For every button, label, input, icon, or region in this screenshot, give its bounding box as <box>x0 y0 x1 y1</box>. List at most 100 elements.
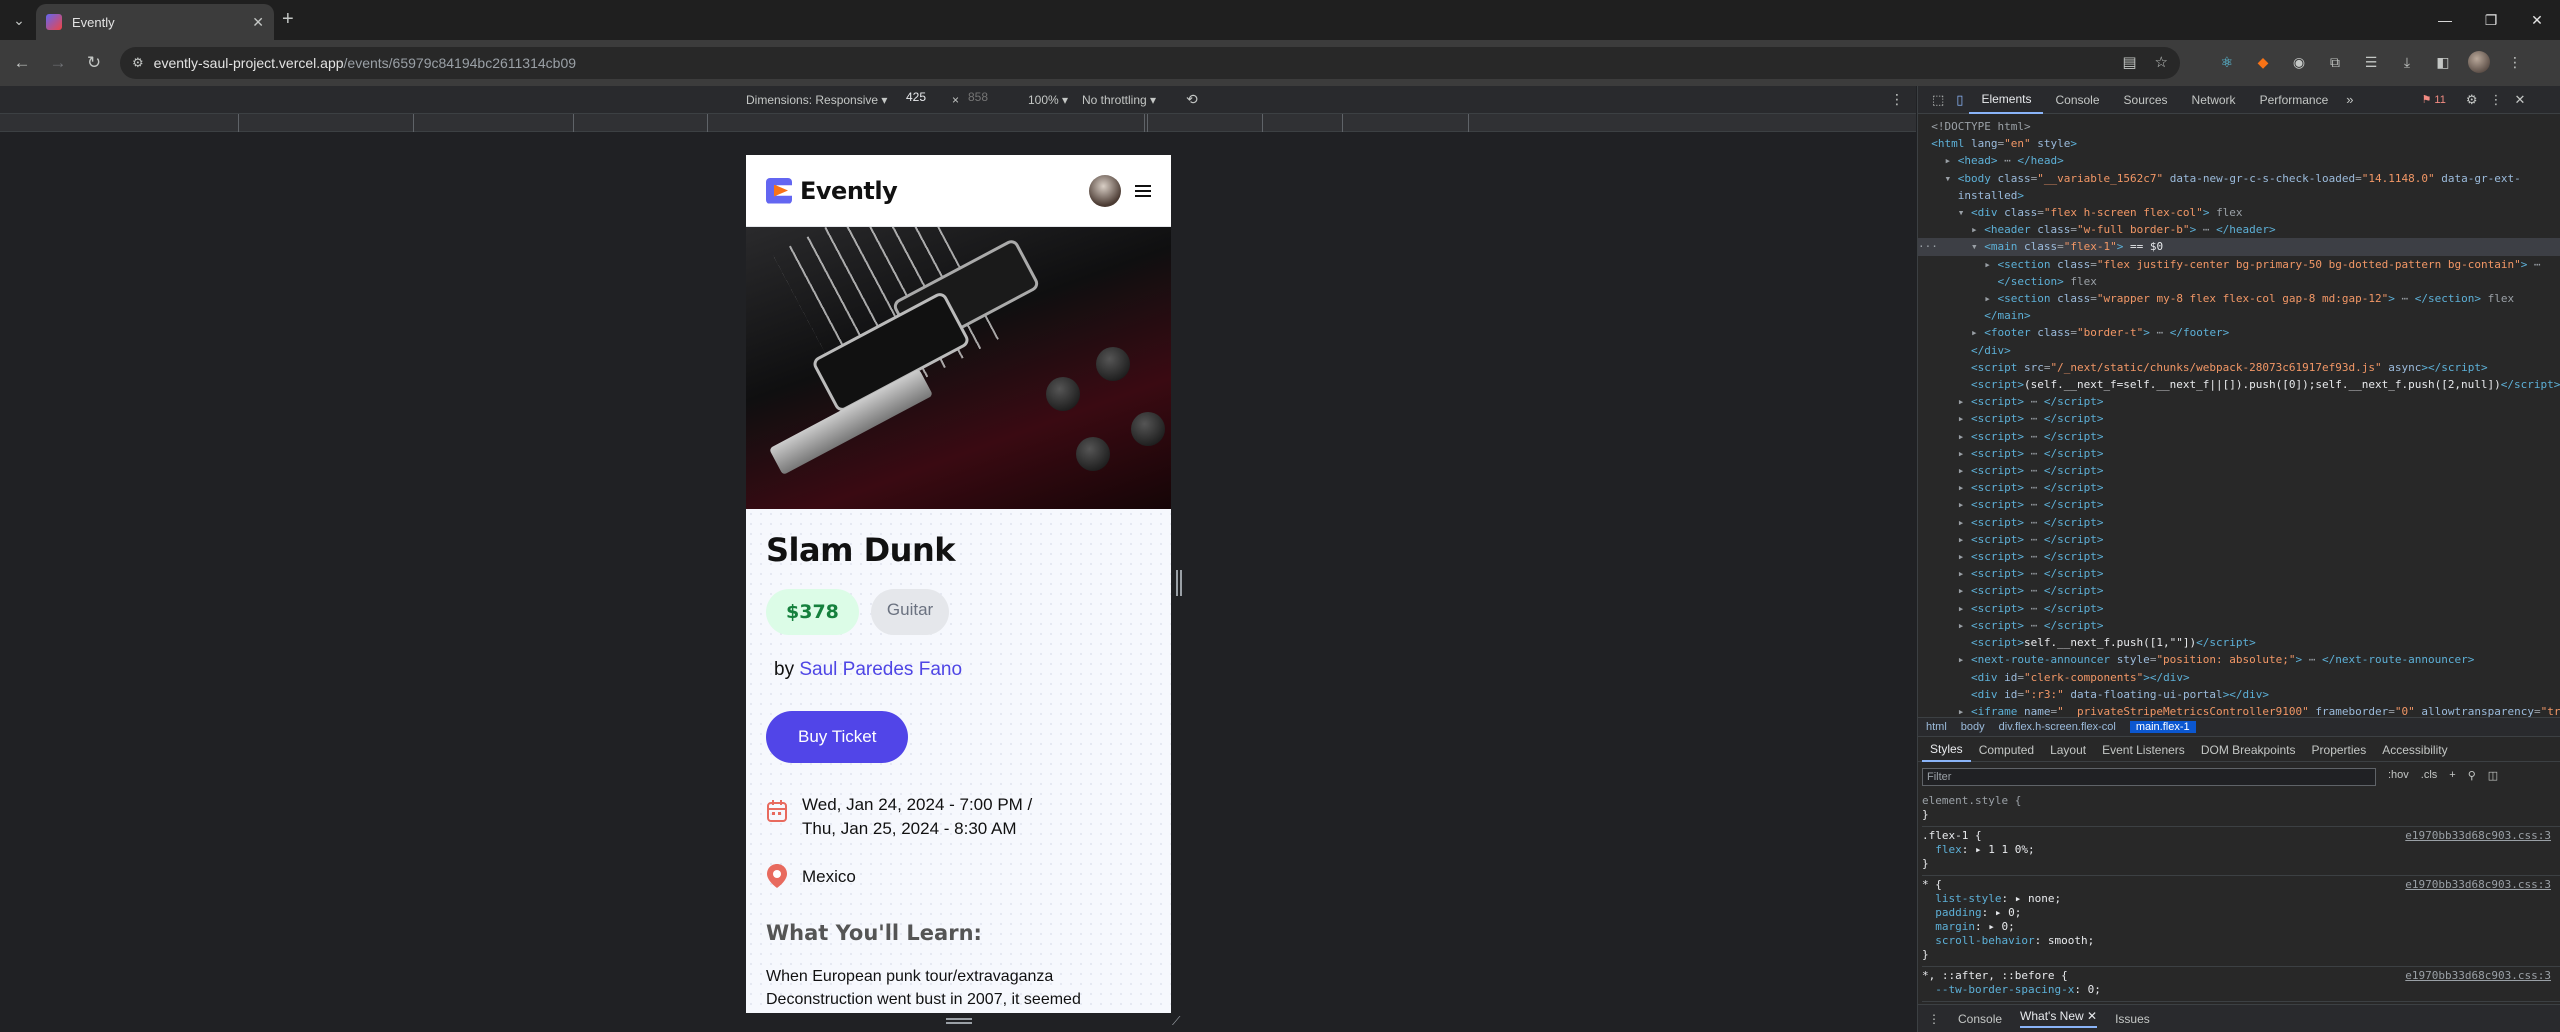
extensions-puzzle-icon[interactable]: ⧉ <box>2324 51 2346 73</box>
bookmark-star-icon[interactable]: ☆ <box>2155 53 2168 71</box>
buy-ticket-button[interactable]: Buy Ticket <box>766 711 909 763</box>
tab-strip: ⌄ Evently ✕ + — ❐ ✕ <box>0 0 2560 40</box>
tab-elements[interactable]: Elements <box>1969 86 2044 114</box>
viewport-resize-handle-bottom[interactable] <box>946 1018 972 1024</box>
extension-grammar-icon[interactable]: ◉ <box>2288 51 2310 73</box>
restore-icon[interactable]: ❐ <box>2468 0 2514 40</box>
viewport-resize-handle-right[interactable] <box>1176 570 1182 596</box>
device-toolbar: Dimensions: Responsive ▾ × 100% ▾ No thr… <box>0 86 1916 114</box>
site-info-icon[interactable]: ⚙ <box>132 55 144 71</box>
user-avatar[interactable] <box>1089 174 1121 207</box>
location-pin-icon <box>766 863 788 889</box>
organizer-line: by Saul Paredes Fano <box>766 659 1151 681</box>
throttling-label: No throttling <box>1082 93 1147 107</box>
style-source-link[interactable]: e1970bb33d68c903.css:3 <box>2405 969 2551 983</box>
back-icon[interactable]: ← <box>10 51 34 75</box>
subtab-event-listeners[interactable]: Event Listeners <box>2094 738 2193 762</box>
crumb-body[interactable]: body <box>1961 721 1985 733</box>
tab-search-button[interactable]: ⌄ <box>8 9 30 31</box>
close-whats-new-icon[interactable]: ✕ <box>2087 1009 2097 1023</box>
profile-avatar[interactable] <box>2468 51 2490 73</box>
issues-counter[interactable]: ⚑ 11 <box>2422 93 2446 106</box>
by-label: by <box>774 659 795 680</box>
cls-toggle[interactable]: .cls <box>2421 769 2438 782</box>
subtab-dom-breakpoints[interactable]: DOM Breakpoints <box>2193 738 2304 762</box>
styles-pane[interactable]: element.style { } e1970bb33d68c903.css:3… <box>1918 792 2560 1002</box>
zoom-label: 100% <box>1028 93 1059 107</box>
style-source-link[interactable]: e1970bb33d68c903.css:3 <box>2405 829 2551 843</box>
dimensions-dropdown[interactable]: Dimensions: Responsive ▾ <box>746 93 887 107</box>
subtab-layout[interactable]: Layout <box>2042 738 2094 762</box>
crumb-main[interactable]: main.flex-1 <box>2129 721 2196 733</box>
event-title: Slam Dunk <box>766 531 956 569</box>
chrome-menu-icon[interactable]: ⋮ <box>2504 51 2526 73</box>
throttling-dropdown[interactable]: No throttling ▾ <box>1082 93 1156 107</box>
sidebar-toggle-icon[interactable]: ◫ <box>2488 769 2498 782</box>
hov-toggle[interactable]: :hov <box>2388 769 2409 782</box>
dimensions-label: Dimensions: Responsive <box>746 93 879 107</box>
extension-fox-icon[interactable]: ◆ <box>2252 51 2274 73</box>
close-window-icon[interactable]: ✕ <box>2514 0 2560 40</box>
minimize-icon[interactable]: — <box>2422 0 2468 40</box>
drawer-menu-icon[interactable]: ⋮ <box>1928 1012 1940 1026</box>
rotate-icon[interactable]: ⟲ <box>1186 91 1198 108</box>
drawer-tab-console[interactable]: Console <box>1958 1012 2002 1026</box>
extension-react-icon[interactable]: ⚛ <box>2216 51 2238 73</box>
issues-count: 11 <box>2434 94 2446 106</box>
close-devtools-icon[interactable]: ✕ <box>2509 92 2532 108</box>
subtab-computed[interactable]: Computed <box>1971 738 2042 762</box>
new-rule-icon[interactable]: + <box>2449 769 2455 782</box>
dom-tree[interactable]: <!DOCTYPE html> <html lang="en" style> ▸… <box>1918 115 2560 717</box>
tab-console[interactable]: Console <box>2043 86 2111 114</box>
reading-mode-icon[interactable]: ▤ <box>2122 53 2136 71</box>
styles-subtabs: Styles Computed Layout Event Listeners D… <box>1918 738 2560 762</box>
devtools-menu-icon[interactable]: ⋮ <box>2484 92 2509 108</box>
subtab-accessibility[interactable]: Accessibility <box>2374 738 2455 762</box>
device-options-icon[interactable]: ⋮ <box>1890 91 1904 108</box>
tab-network[interactable]: Network <box>2180 86 2248 114</box>
computed-styles-icon[interactable]: ⚲ <box>2468 769 2476 782</box>
extensions-area: ⚛ ◆ ◉ ⧉ ☰ ⤓ ◧ ⋮ <box>2216 51 2526 73</box>
viewport-resize-corner-icon[interactable]: ⟋ <box>1172 1014 1180 1029</box>
hamburger-menu-icon[interactable] <box>1135 184 1151 197</box>
reload-icon[interactable]: ↻ <box>82 51 106 75</box>
devtools-panel: ⬚ ▯ Elements Console Sources Network Per… <box>1917 86 2560 1032</box>
drawer-tab-issues[interactable]: Issues <box>2115 1012 2150 1026</box>
crumb-div[interactable]: div.flex.h-screen.flex-col <box>1999 721 2116 733</box>
devtools-tabs: ⬚ ▯ Elements Console Sources Network Per… <box>1918 86 2560 114</box>
tab-title: Evently <box>72 14 115 30</box>
inspect-element-icon[interactable]: ⬚ <box>1926 92 1950 108</box>
evently-logo-icon[interactable] <box>766 177 792 204</box>
device-viewport: Evently Slam Dunk $378 Guitar by Saul Pa… <box>746 155 1171 1013</box>
style-rule: element.style { } <box>1922 792 2560 827</box>
side-panel-icon[interactable]: ◧ <box>2432 51 2454 73</box>
width-input[interactable] <box>896 90 936 104</box>
address-bar[interactable]: ⚙ evently-saul-project.vercel.app/events… <box>120 47 2180 79</box>
subtab-styles[interactable]: Styles <box>1922 738 1971 762</box>
event-location: Mexico <box>802 867 856 886</box>
close-tab-icon[interactable]: ✕ <box>252 14 264 31</box>
crumb-html[interactable]: html <box>1926 721 1947 733</box>
subtab-properties[interactable]: Properties <box>2304 738 2375 762</box>
settings-gear-icon[interactable]: ⚙ <box>2460 92 2484 108</box>
more-tabs-icon[interactable]: » <box>2340 92 2359 107</box>
style-source-link[interactable]: e1970bb33d68c903.css:3 <box>2405 878 2551 892</box>
evently-brand[interactable]: Evently <box>800 177 1089 205</box>
event-description: When European punk tour/extravaganza Dec… <box>766 968 1081 1008</box>
styles-filter-input[interactable]: Filter <box>1922 768 2376 786</box>
downloads-icon[interactable]: ⤓ <box>2396 51 2418 73</box>
drawer-tab-whats-new[interactable]: What's New ✕ <box>2020 1009 2098 1028</box>
tab-performance[interactable]: Performance <box>2248 86 2341 114</box>
media-query-ruler[interactable] <box>0 114 1916 132</box>
url-host: evently-saul-project.vercel.app <box>153 55 344 71</box>
device-toggle-icon[interactable]: ▯ <box>1950 92 1969 108</box>
height-input[interactable] <box>958 90 998 104</box>
tab-search-icon[interactable]: ☰ <box>2360 51 2382 73</box>
width-input-wrap <box>896 90 936 104</box>
new-tab-button[interactable]: + <box>282 8 294 31</box>
browser-tab[interactable]: Evently ✕ <box>36 4 274 40</box>
tab-sources[interactable]: Sources <box>2112 86 2180 114</box>
zoom-dropdown[interactable]: 100% ▾ <box>1028 93 1068 107</box>
forward-icon[interactable]: → <box>46 51 70 75</box>
organizer-link[interactable]: Saul Paredes Fano <box>799 659 962 680</box>
